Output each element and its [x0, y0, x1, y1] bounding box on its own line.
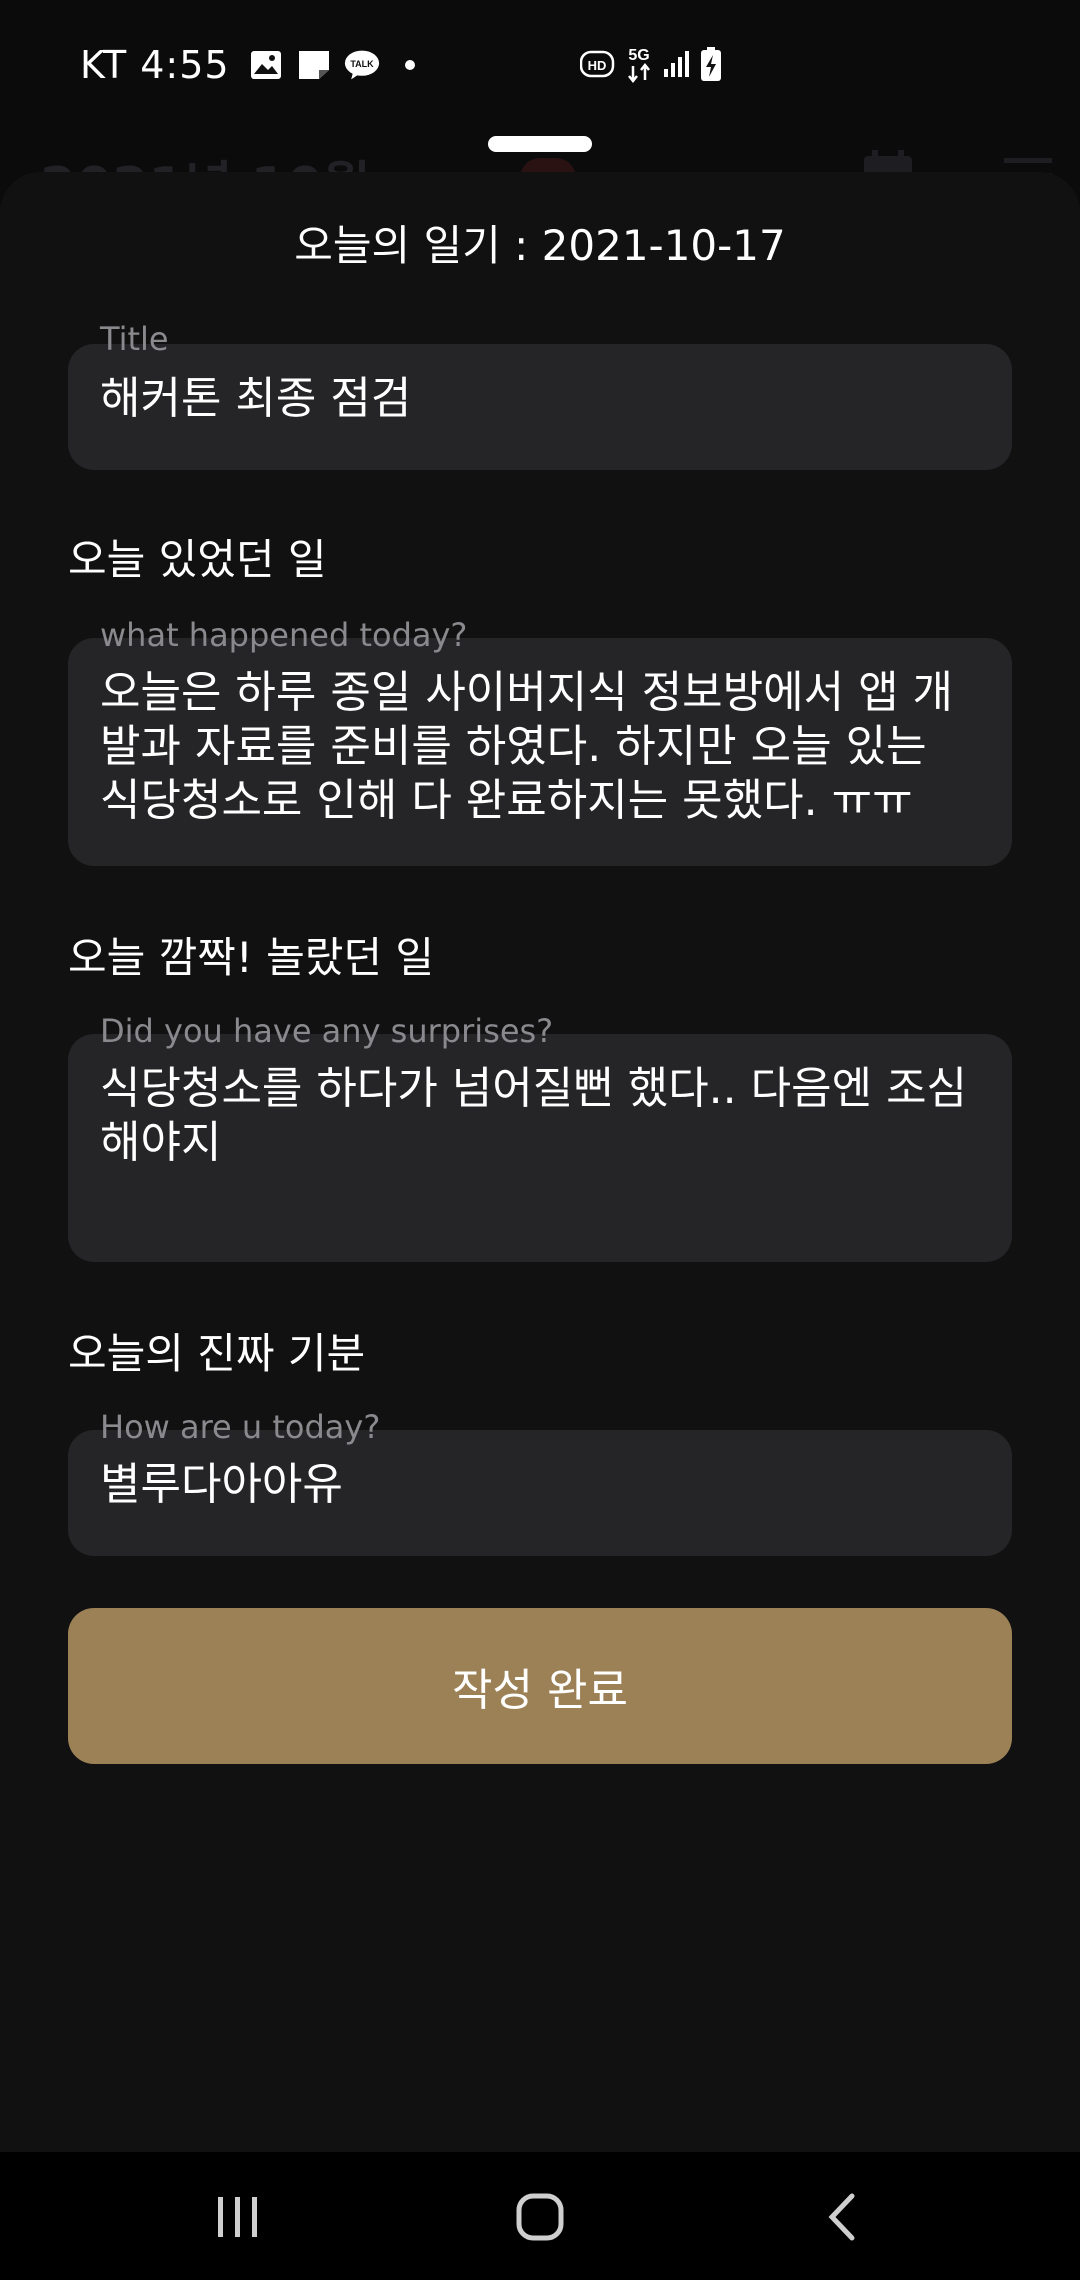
- carrier-time: KT 4:55: [80, 43, 230, 87]
- happened-heading: 오늘 있었던 일: [68, 535, 327, 584]
- 5g-icon: 5G: [624, 44, 654, 88]
- nav-bar: [0, 2152, 1080, 2280]
- surprise-field[interactable]: 식당청소를 하다가 넘어질뻔 했다.. 다음엔 조심해야지: [68, 1034, 1012, 1262]
- home-icon[interactable]: [500, 2182, 580, 2252]
- happened-field[interactable]: 오늘은 하루 종일 사이버지식 정보방에서 앱 개발과 자료를 준비를 하였다.…: [68, 638, 1012, 866]
- status-right: HD 5G: [579, 44, 722, 88]
- image-icon: [248, 47, 284, 83]
- title-field-label: Title: [100, 320, 169, 358]
- svg-text:5G: 5G: [628, 47, 649, 64]
- surprise-heading: 오늘 깜짝! 놀랐던 일: [68, 933, 435, 982]
- submit-button[interactable]: 작성 완료: [68, 1608, 1012, 1764]
- happened-field-label: what happened today?: [100, 616, 468, 654]
- hd-icon: HD: [579, 50, 616, 82]
- svg-text:HD: HD: [588, 58, 607, 73]
- mood-field-label: How are u today?: [100, 1408, 381, 1446]
- status-bar: KT 4:55 TALK HD 5G: [0, 0, 1080, 130]
- submit-button-label: 작성 완료: [452, 1665, 628, 1716]
- signal-icon: [662, 49, 692, 83]
- svg-text:TALK: TALK: [350, 59, 374, 69]
- mood-field[interactable]: 별루다아아유: [68, 1430, 1012, 1556]
- mood-heading: 오늘의 진짜 기분: [68, 1329, 366, 1378]
- back-icon[interactable]: [802, 2182, 882, 2252]
- sticky-note-icon: [296, 47, 332, 83]
- surprise-field-label: Did you have any surprises?: [100, 1012, 554, 1050]
- diary-sheet: 오늘의 일기 : 2021-10-17 Title 해커톤 최종 점검 오늘 있…: [0, 172, 1080, 2152]
- status-left: KT 4:55 TALK: [80, 43, 428, 87]
- sheet-title: 오늘의 일기 : 2021-10-17: [294, 221, 786, 270]
- title-field[interactable]: 해커톤 최종 점검: [68, 344, 1012, 470]
- recent-apps-icon[interactable]: [198, 2182, 278, 2252]
- battery-charging-icon: [700, 46, 722, 86]
- dot-icon: [392, 47, 428, 83]
- screen: KT 4:55 TALK HD 5G 오늘의 일기: 2021-10-17 T…: [0, 0, 1080, 2280]
- sheet-drag-handle[interactable]: [488, 136, 592, 152]
- talk-icon: TALK: [344, 47, 380, 83]
